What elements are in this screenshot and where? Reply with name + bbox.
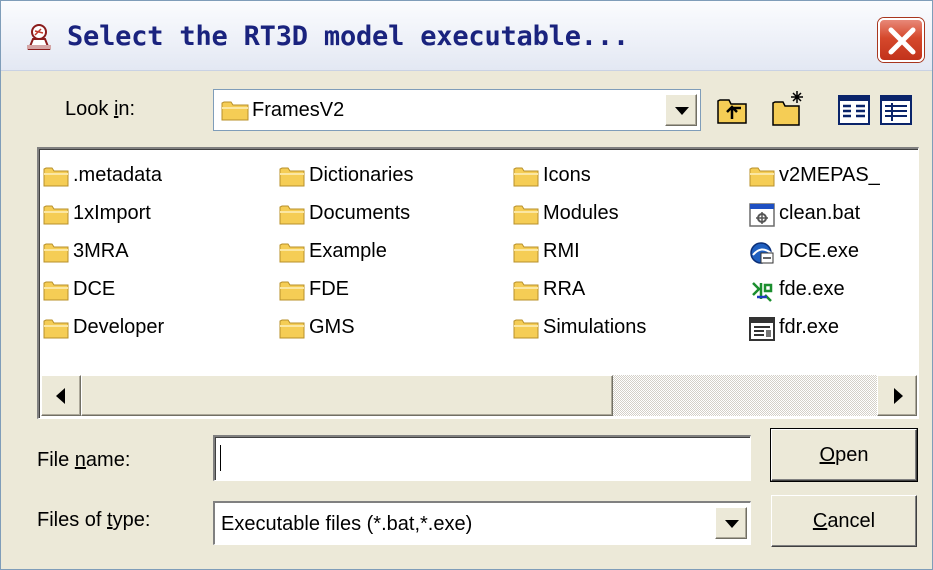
- file-list-item[interactable]: clean.bat: [749, 199, 913, 231]
- file-list-item[interactable]: Simulations: [513, 313, 741, 345]
- app-icon: [27, 24, 51, 50]
- folder-icon: [279, 279, 305, 303]
- chevron-down-icon: [675, 107, 689, 115]
- text-caret: [220, 445, 221, 471]
- scroll-right-arrow-icon: [894, 388, 903, 404]
- file-list-item[interactable]: RMI: [513, 237, 741, 269]
- details-view-icon: [880, 95, 912, 125]
- folder-icon: [43, 241, 69, 265]
- file-list-item[interactable]: Example: [279, 237, 507, 269]
- scrollbar-thumb[interactable]: [81, 375, 613, 416]
- file-list-item[interactable]: DCE.exe: [749, 237, 913, 269]
- folder-icon: [221, 101, 249, 121]
- details-view-button[interactable]: [879, 93, 913, 127]
- file-list-item[interactable]: .metadata: [43, 161, 271, 193]
- chevron-down-icon: [725, 520, 739, 528]
- file-list-item-label: GMS: [309, 316, 355, 338]
- close-button[interactable]: [878, 18, 924, 62]
- cancel-button[interactable]: Cancel: [771, 495, 917, 547]
- folder-icon: [513, 165, 539, 189]
- folder-icon: [279, 165, 305, 189]
- file-list-item[interactable]: Icons: [513, 161, 741, 193]
- file-list-item-label: Dictionaries: [309, 164, 414, 186]
- file-list-item-label: Developer: [73, 316, 165, 338]
- folder-icon: [43, 279, 69, 303]
- folder-icon: [513, 241, 539, 265]
- folder-icon: [513, 317, 539, 341]
- file-list-item-label: fde.exe: [779, 278, 845, 300]
- folder-icon: [43, 165, 69, 189]
- folder-icon: [279, 317, 305, 341]
- look-in-value: FramesV2: [252, 99, 345, 121]
- folder-icon: [43, 203, 69, 227]
- batch-file-icon: [749, 203, 775, 227]
- file-type-dropdown-button[interactable]: [715, 507, 747, 539]
- file-list-item[interactable]: Documents: [279, 199, 507, 231]
- file-list-item-label: 1xImport: [73, 202, 151, 224]
- folder-icon: [279, 241, 305, 265]
- file-list-item[interactable]: Developer: [43, 313, 271, 345]
- scroll-left-arrow-icon: [56, 388, 65, 404]
- file-list-item[interactable]: 1xImport: [43, 199, 271, 231]
- folder-icon: [749, 165, 775, 189]
- file-list-item-label: Modules: [543, 202, 619, 224]
- dce-exe-icon: [749, 241, 775, 265]
- folder-icon: [513, 279, 539, 303]
- file-list-item[interactable]: v2MEPAS_: [749, 161, 913, 193]
- title-bar[interactable]: Select the RT3D model executable...: [1, 1, 932, 71]
- look-in-dropdown-button[interactable]: [665, 94, 697, 126]
- open-file-dialog: Select the RT3D model executable... Look…: [0, 0, 933, 570]
- file-list[interactable]: .metadata 1xImport 3MRA DCE Developer Diction…: [37, 147, 919, 419]
- file-list-item-label: Simulations: [543, 316, 647, 338]
- file-list-item-label: DCE.exe: [779, 240, 860, 262]
- list-view-button[interactable]: [837, 93, 871, 127]
- look-in-label: Look in:: [65, 98, 136, 120]
- list-view-icon: [838, 95, 870, 125]
- create-new-folder-button[interactable]: [771, 89, 805, 126]
- up-one-level-button[interactable]: [715, 93, 749, 127]
- file-type-label: Files of type:: [37, 509, 151, 531]
- file-list-item-label: RRA: [543, 278, 586, 300]
- file-list-item-label: Icons: [543, 164, 591, 186]
- file-list-item[interactable]: DCE: [43, 275, 271, 307]
- window-title: Select the RT3D model executable...: [67, 21, 629, 52]
- file-list-item[interactable]: Dictionaries: [279, 161, 507, 193]
- horizontal-scrollbar[interactable]: [41, 375, 917, 416]
- fde-exe-icon: [749, 279, 775, 303]
- file-list-item-label: Example: [309, 240, 387, 262]
- folder-icon: [43, 317, 69, 341]
- scroll-left-button[interactable]: [41, 375, 81, 416]
- file-list-item[interactable]: RRA: [513, 275, 741, 307]
- file-type-dropdown[interactable]: Executable files (*.bat,*.exe): [213, 501, 751, 545]
- file-list-item-label: clean.bat: [779, 202, 861, 224]
- file-list-item-label: DCE: [73, 278, 116, 300]
- file-list-item[interactable]: fde.exe: [749, 275, 913, 307]
- file-list-item[interactable]: fdr.exe: [749, 313, 913, 345]
- create-new-folder-icon: [772, 91, 803, 126]
- scroll-right-button[interactable]: [877, 375, 917, 416]
- file-list-item[interactable]: Modules: [513, 199, 741, 231]
- file-name-label: File name:: [37, 449, 131, 471]
- folder-icon: [513, 203, 539, 227]
- close-icon: [888, 27, 916, 55]
- file-list-item-label: FDE: [309, 278, 349, 300]
- file-name-input[interactable]: [213, 435, 751, 481]
- file-list-item[interactable]: FDE: [279, 275, 507, 307]
- up-one-level-icon: [717, 99, 747, 124]
- file-list-item-label: .metadata: [73, 164, 162, 186]
- file-list-item-label: Documents: [309, 202, 411, 224]
- file-type-value: Executable files (*.bat,*.exe): [221, 513, 473, 535]
- file-list-item[interactable]: GMS: [279, 313, 507, 345]
- file-list-item-label: RMI: [543, 240, 580, 262]
- open-button[interactable]: Open: [770, 428, 918, 482]
- file-list-item-label: 3MRA: [73, 240, 129, 262]
- file-list-item[interactable]: 3MRA: [43, 237, 271, 269]
- folder-icon: [279, 203, 305, 227]
- file-list-item-label: fdr.exe: [779, 316, 840, 338]
- look-in-dropdown[interactable]: FramesV2: [213, 89, 701, 131]
- file-list-item-label: v2MEPAS_: [779, 164, 880, 186]
- fdr-exe-icon: [749, 317, 775, 341]
